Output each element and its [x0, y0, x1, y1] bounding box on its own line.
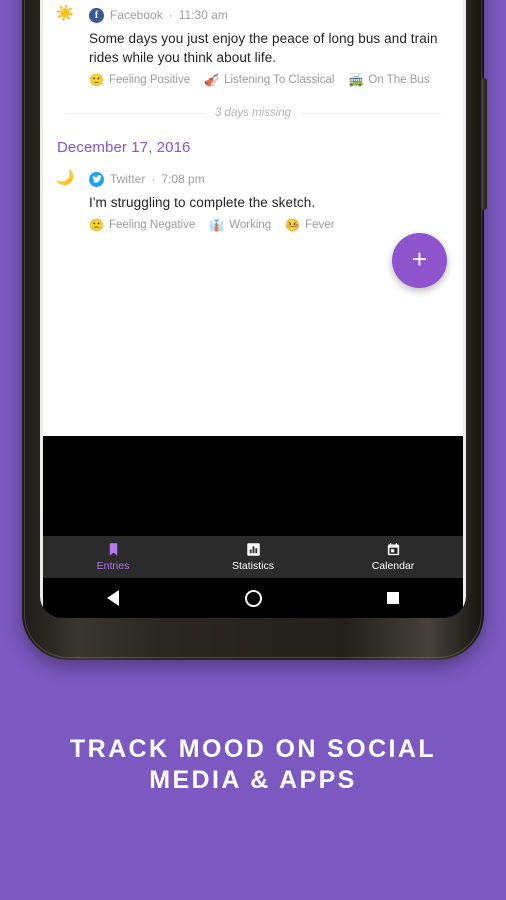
tab-label: Calendar	[371, 560, 415, 572]
system-navigation-bar	[43, 578, 463, 618]
bus-icon: 🚎	[348, 73, 364, 87]
facebook-icon: f	[89, 7, 104, 23]
entry-separator: ·	[151, 172, 156, 186]
tab-entries[interactable]: Entries	[43, 542, 183, 572]
entry-tags: 🙁 Feeling Negative 👔 Working 🤒 Fever	[89, 218, 449, 236]
necktie-icon: 👔	[209, 218, 225, 232]
tag-label: Listening To Classical	[224, 74, 335, 86]
tag-label: Fever	[305, 219, 335, 231]
entry-separator: ·	[168, 8, 173, 22]
back-triangle-icon	[107, 590, 119, 606]
smiley-positive-icon: 🙂	[89, 73, 104, 87]
tab-statistics[interactable]: Statistics	[183, 542, 323, 572]
nav-home-button[interactable]	[183, 589, 323, 607]
date-header: December 17, 2016	[57, 139, 191, 156]
tab-label: Statistics	[231, 560, 274, 572]
missing-days-divider: 3 days missing	[43, 95, 463, 129]
tab-calendar[interactable]: Calendar	[323, 542, 463, 572]
screen-bezel: 🌅 6:30 am Had a great morning yoga sessi…	[40, 0, 466, 618]
entry-item[interactable]: ☀️ f Facebook · 11:30 am Some days you j…	[43, 0, 463, 95]
entry-text: I'm struggling to complete the sketch.	[89, 195, 316, 210]
caption-line-1: TRACK MOOD ON SOCIAL	[69, 735, 437, 763]
bottom-tab-bar: Entries Statistics Calendar	[43, 536, 463, 578]
entry-tags: 🙂 Feeling Positive 🎻 Listening To Classi…	[89, 73, 449, 91]
entry-time: 7:08 pm	[161, 172, 205, 186]
divider-line-left	[65, 112, 205, 114]
bar-chart-icon	[246, 542, 261, 557]
divider-line-right	[301, 112, 441, 114]
entries-feed[interactable]: 🌅 6:30 am Had a great morning yoga sessi…	[43, 0, 463, 356]
sun-icon: ☀️	[55, 5, 75, 22]
entry-item[interactable]: 🌙 Twitter · 7:08 pm I'm struggling to co…	[43, 162, 463, 240]
home-circle-icon	[244, 589, 262, 607]
phone-screen: 🌅 6:30 am Had a great morning yoga sessi…	[43, 0, 463, 618]
twitter-icon	[89, 171, 104, 187]
tag-mood[interactable]: 🙁 Feeling Negative	[89, 218, 195, 232]
entry-header: f Facebook · 11:30 am	[89, 4, 449, 26]
entry-source: Twitter	[110, 172, 146, 186]
smiley-negative-icon: 🙁	[89, 218, 104, 232]
calendar-icon	[386, 542, 401, 557]
tag-label: Working	[229, 219, 272, 231]
tag-mood[interactable]: 🙂 Feeling Positive	[89, 73, 190, 87]
app-viewport: 🌅 6:30 am Had a great morning yoga sessi…	[43, 0, 463, 436]
bookmark-icon	[106, 542, 121, 557]
tag-label: On The Bus	[368, 74, 430, 86]
tag-health[interactable]: 🤒 Fever	[285, 218, 334, 232]
missing-days-label: 3 days missing	[214, 107, 292, 119]
nav-recents-button[interactable]	[323, 592, 463, 604]
phone-frame: 🌅 6:30 am Had a great morning yoga sessi…	[22, 0, 487, 660]
tab-label: Entries	[96, 560, 130, 572]
caption-line-2: MEDIA & APPS	[149, 766, 357, 794]
nav-back-button[interactable]	[43, 590, 183, 606]
tag-label: Feeling Negative	[108, 219, 196, 231]
add-entry-fab[interactable]: +	[392, 233, 447, 288]
tag-activity[interactable]: 👔 Working	[209, 218, 271, 232]
plus-icon: +	[411, 243, 428, 274]
entry-text: Some days you just enjoy the peace of lo…	[89, 31, 438, 65]
fever-face-icon: 🤒	[285, 218, 301, 232]
promo-caption: TRACK MOOD ON SOCIAL MEDIA & APPS	[0, 734, 506, 796]
moon-icon: 🌙	[55, 169, 75, 186]
entry-time: 11:30 am	[178, 8, 228, 22]
tag-label: Feeling Positive	[108, 74, 191, 86]
violin-icon: 🎻	[204, 73, 220, 87]
entry-source: Facebook	[110, 8, 163, 22]
tag-location[interactable]: 🚎 On The Bus	[348, 73, 429, 87]
recent-square-icon	[387, 592, 399, 604]
tag-music[interactable]: 🎻 Listening To Classical	[204, 73, 334, 87]
power-button[interactable]	[482, 78, 487, 210]
entry-header: Twitter · 7:08 pm	[89, 168, 449, 190]
